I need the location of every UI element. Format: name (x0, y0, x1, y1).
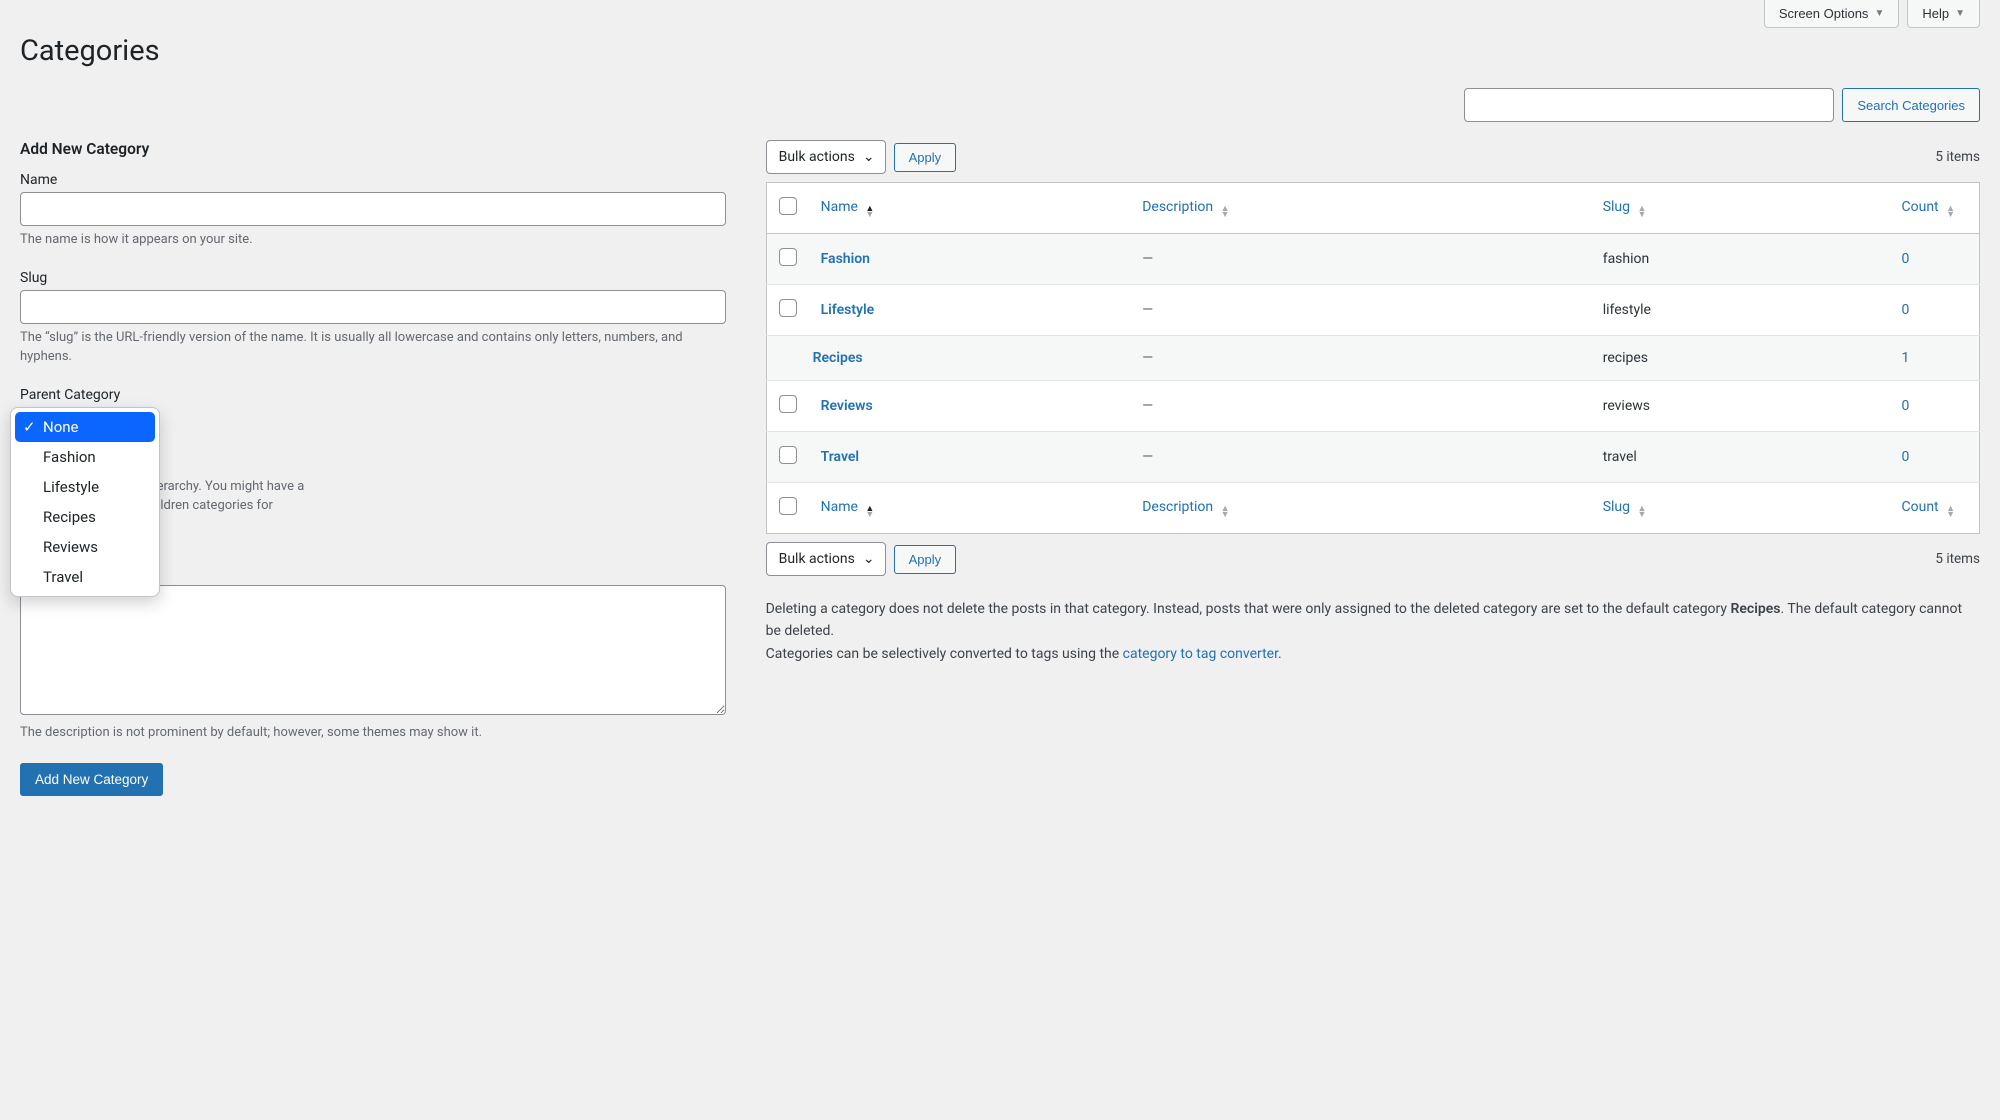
chevron-down-icon: ⌄ (863, 551, 875, 567)
slug-help: The “slug” is the URL-friendly version o… (20, 328, 726, 367)
category-name-link[interactable]: Lifestyle (821, 302, 875, 318)
sort-icon: ▲▼ (1221, 206, 1230, 218)
search-input[interactable] (1464, 88, 1834, 122)
category-to-tag-link[interactable]: category to tag converter (1123, 646, 1278, 662)
col-name-header[interactable]: Name ▲▼ (809, 183, 1131, 234)
items-count-bottom: 5 items (1935, 551, 1980, 567)
parent-option-reviews[interactable]: Reviews (15, 532, 155, 562)
row-checkbox[interactable] (779, 299, 797, 317)
sort-icon: ▲▼ (1637, 206, 1646, 218)
search-button[interactable]: Search Categories (1842, 88, 1980, 122)
chevron-down-icon: ▼ (1874, 8, 1884, 19)
help-label: Help (1922, 6, 1949, 21)
category-slug: recipes (1603, 350, 1648, 366)
col-count-header[interactable]: Count ▲▼ (1890, 183, 1980, 234)
row-checkbox[interactable] (779, 248, 797, 266)
items-count-top: 5 items (1935, 149, 1980, 165)
row-checkbox[interactable] (779, 446, 797, 464)
col-description-header[interactable]: Description ▲▼ (1130, 183, 1591, 234)
category-description: — (1142, 398, 1153, 414)
description-input[interactable] (20, 585, 726, 715)
col-name-footer[interactable]: Name ▲▼ (809, 483, 1131, 534)
description-help: The description is not prominent by defa… (20, 723, 726, 743)
footer-notes: Deleting a category does not delete the … (766, 598, 1980, 665)
slug-input[interactable] (20, 290, 726, 324)
table-row: Travel — travel 0 (766, 432, 1979, 483)
form-title: Add New Category (20, 140, 726, 158)
category-description: — (1142, 350, 1153, 366)
category-count-link[interactable]: 0 (1902, 449, 1910, 465)
help-tab[interactable]: Help ▼ (1907, 0, 1980, 28)
sort-icon: ▲▼ (1637, 506, 1646, 518)
slug-label: Slug (20, 270, 726, 286)
col-slug-footer[interactable]: Slug ▲▼ (1591, 483, 1890, 534)
chevron-down-icon: ▼ (1955, 8, 1965, 19)
category-description: — (1142, 251, 1153, 267)
table-row: Recipes — recipes 1 (766, 336, 1979, 381)
category-slug: lifestyle (1603, 302, 1651, 318)
col-description-footer[interactable]: Description ▲▼ (1130, 483, 1591, 534)
select-all-checkbox-bottom[interactable] (779, 497, 797, 515)
table-row: Fashion — fashion 0 (766, 234, 1979, 285)
sort-icon: ▲▼ (1221, 506, 1230, 518)
page-title: Categories (20, 34, 1980, 68)
category-name-link[interactable]: Travel (821, 449, 859, 465)
sort-icon: ▲▼ (865, 506, 874, 518)
category-description: — (1142, 449, 1153, 465)
parent-option-none[interactable]: ✓ None (15, 412, 155, 442)
screen-options-tab[interactable]: Screen Options ▼ (1764, 0, 1900, 28)
parent-option-lifestyle[interactable]: Lifestyle (15, 472, 155, 502)
categories-table: Name ▲▼ Description ▲▼ Slug ▲▼ Count ▲▼ (766, 182, 1980, 534)
category-count-link[interactable]: 1 (1902, 350, 1910, 366)
category-slug: fashion (1603, 251, 1650, 267)
screen-options-label: Screen Options (1779, 6, 1869, 21)
sort-icon: ▲▼ (1946, 206, 1955, 218)
col-slug-header[interactable]: Slug ▲▼ (1591, 183, 1890, 234)
parent-option-recipes[interactable]: Recipes (15, 502, 155, 532)
category-count-link[interactable]: 0 (1902, 302, 1910, 318)
category-slug: travel (1603, 449, 1637, 465)
name-label: Name (20, 172, 726, 188)
category-count-link[interactable]: 0 (1902, 398, 1910, 414)
bulk-actions-select-bottom[interactable]: Bulk actions ⌄ (766, 542, 886, 576)
row-checkbox[interactable] (779, 395, 797, 413)
sort-icon: ▲▼ (865, 206, 874, 218)
category-description: — (1142, 302, 1153, 318)
parent-option-travel[interactable]: Travel (15, 562, 155, 592)
add-category-button[interactable]: Add New Category (20, 763, 163, 796)
category-name-link[interactable]: Fashion (821, 251, 870, 267)
category-name-link[interactable]: Reviews (821, 398, 873, 414)
check-icon: ✓ (23, 418, 36, 436)
chevron-down-icon: ⌄ (863, 149, 875, 165)
apply-button-bottom[interactable]: Apply (894, 545, 957, 574)
table-row: Lifestyle — lifestyle 0 (766, 285, 1979, 336)
category-slug: reviews (1603, 398, 1650, 414)
category-count-link[interactable]: 0 (1902, 251, 1910, 267)
table-row: Reviews — reviews 0 (766, 381, 1979, 432)
parent-dropdown: ✓ None Fashion Lifestyle Recipes Reviews… (10, 407, 160, 597)
parent-label: Parent Category (20, 387, 726, 403)
select-all-checkbox-top[interactable] (779, 197, 797, 215)
col-count-footer[interactable]: Count ▲▼ (1890, 483, 1980, 534)
name-help: The name is how it appears on your site. (20, 230, 726, 250)
name-input[interactable] (20, 192, 726, 226)
apply-button-top[interactable]: Apply (894, 143, 957, 172)
category-name-link[interactable]: Recipes (813, 350, 863, 366)
parent-option-fashion[interactable]: Fashion (15, 442, 155, 472)
bulk-actions-select-top[interactable]: Bulk actions ⌄ (766, 140, 886, 174)
sort-icon: ▲▼ (1946, 506, 1955, 518)
